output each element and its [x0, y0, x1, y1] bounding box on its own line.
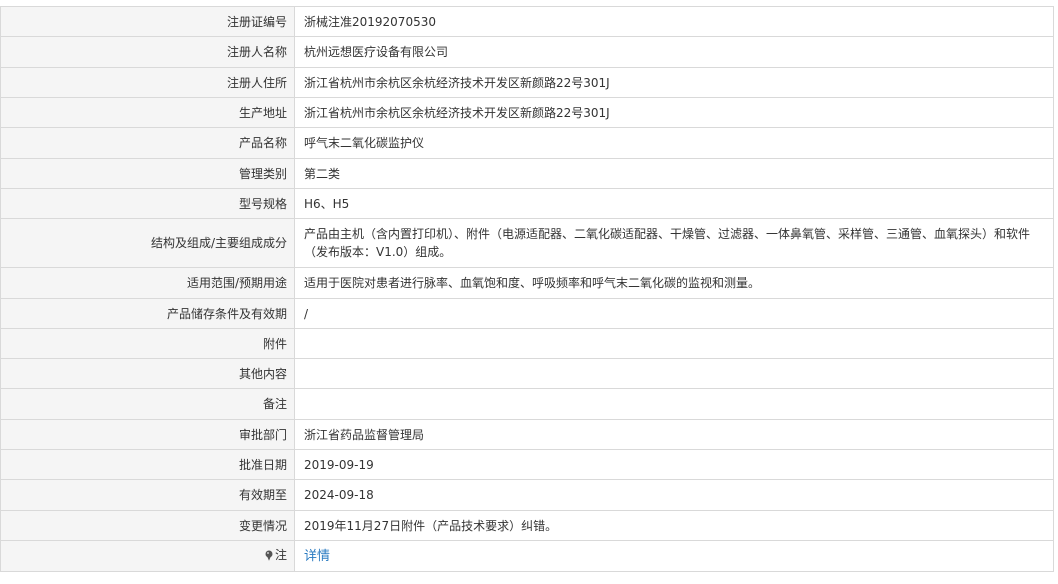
- table-row: 变更情况 2019年11月27日附件（产品技术要求）纠错。: [0, 510, 1054, 541]
- table-row: 生产地址 浙江省杭州市余杭区余杭经济技术开发区新颜路22号301J: [0, 97, 1054, 128]
- row-label-registration-number: 注册证编号: [0, 6, 295, 37]
- registration-detail-table: 注册证编号 浙械注准20192070530 注册人名称 杭州远想医疗设备有限公司…: [0, 6, 1054, 572]
- row-value-production-address: 浙江省杭州市余杭区余杭经济技术开发区新颜路22号301J: [294, 97, 1054, 128]
- table-row: 附件: [0, 328, 1054, 359]
- row-value-approval-date: 2019-09-19: [294, 449, 1054, 480]
- row-value-note: 详情: [294, 540, 1054, 572]
- row-value-structure: 产品由主机（含内置打印机）、附件（电源适配器、二氧化碳适配器、干燥管、过滤器、一…: [294, 218, 1054, 268]
- row-value-change-history: 2019年11月27日附件（产品技术要求）纠错。: [294, 510, 1054, 541]
- table-row: 有效期至 2024-09-18: [0, 479, 1054, 511]
- table-row: 注册人住所 浙江省杭州市余杭区余杭经济技术开发区新颜路22号301J: [0, 67, 1054, 98]
- row-label-intended-use: 适用范围/预期用途: [0, 267, 295, 299]
- row-label-remarks: 备注: [0, 388, 295, 420]
- row-label-model-spec: 型号规格: [0, 188, 295, 219]
- table-row: 产品名称 呼气末二氧化碳监护仪: [0, 127, 1054, 159]
- row-value-attachments: [294, 328, 1054, 359]
- row-label-approval-dept: 审批部门: [0, 419, 295, 450]
- row-label-approval-date: 批准日期: [0, 449, 295, 480]
- row-value-remarks: [294, 388, 1054, 420]
- row-label-product-name: 产品名称: [0, 127, 295, 159]
- registration-detail-page: 注册证编号 浙械注准20192070530 注册人名称 杭州远想医疗设备有限公司…: [0, 0, 1058, 584]
- row-label-structure: 结构及组成/主要组成成分: [0, 218, 295, 268]
- row-value-registrant-address: 浙江省杭州市余杭区余杭经济技术开发区新颜路22号301J: [294, 67, 1054, 98]
- row-label-other: 其他内容: [0, 358, 295, 389]
- note-label-wrap: 注: [265, 546, 287, 564]
- note-label: 注: [274, 548, 287, 563]
- table-row: 注册证编号 浙械注准20192070530: [0, 6, 1054, 37]
- row-label-valid-until: 有效期至: [0, 479, 295, 511]
- row-value-storage: /: [294, 298, 1054, 329]
- row-label-note: 注: [0, 540, 295, 572]
- table-row: 适用范围/预期用途 适用于医院对患者进行脉率、血氧饱和度、呼吸频率和呼气末二氧化…: [0, 267, 1054, 299]
- table-row: 产品储存条件及有效期 /: [0, 298, 1054, 329]
- row-label-storage: 产品储存条件及有效期: [0, 298, 295, 329]
- pin-icon: [265, 550, 273, 561]
- table-row: 备注: [0, 388, 1054, 420]
- table-row: 其他内容: [0, 358, 1054, 389]
- row-value-model-spec: H6、H5: [294, 188, 1054, 219]
- row-label-registrant-address: 注册人住所: [0, 67, 295, 98]
- row-value-other: [294, 358, 1054, 389]
- table-row: 注 详情: [0, 540, 1054, 572]
- row-label-registrant-name: 注册人名称: [0, 36, 295, 68]
- row-value-intended-use: 适用于医院对患者进行脉率、血氧饱和度、呼吸频率和呼气末二氧化碳的监视和测量。: [294, 267, 1054, 299]
- table-row: 结构及组成/主要组成成分 产品由主机（含内置打印机）、附件（电源适配器、二氧化碳…: [0, 218, 1054, 268]
- row-value-approval-dept: 浙江省药品监督管理局: [294, 419, 1054, 450]
- table-row: 批准日期 2019-09-19: [0, 449, 1054, 480]
- row-label-attachments: 附件: [0, 328, 295, 359]
- table-row: 管理类别 第二类: [0, 158, 1054, 189]
- details-link[interactable]: 详情: [304, 549, 330, 564]
- row-label-change-history: 变更情况: [0, 510, 295, 541]
- row-value-management-category: 第二类: [294, 158, 1054, 189]
- row-label-management-category: 管理类别: [0, 158, 295, 189]
- row-value-registrant-name: 杭州远想医疗设备有限公司: [294, 36, 1054, 68]
- row-value-valid-until: 2024-09-18: [294, 479, 1054, 511]
- row-value-product-name: 呼气末二氧化碳监护仪: [294, 127, 1054, 159]
- row-value-registration-number: 浙械注准20192070530: [294, 6, 1054, 37]
- row-label-production-address: 生产地址: [0, 97, 295, 128]
- table-row: 注册人名称 杭州远想医疗设备有限公司: [0, 36, 1054, 68]
- table-row: 型号规格 H6、H5: [0, 188, 1054, 219]
- table-row: 审批部门 浙江省药品监督管理局: [0, 419, 1054, 450]
